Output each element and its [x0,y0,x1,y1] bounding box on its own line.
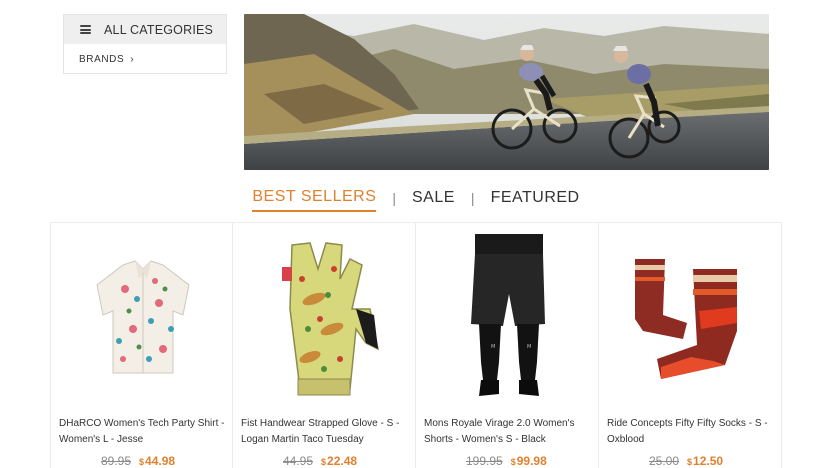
brands-link[interactable]: BRANDS › [64,44,226,74]
product-name[interactable]: Ride Concepts Fifty Fifty Socks - S - Ox… [607,416,779,448]
product-price: 199.95 $99.98 [466,454,547,468]
product-card[interactable]: Ride Concepts Fifty Fifty Socks - S - Ox… [599,223,782,468]
category-menu: ALL CATEGORIES BRANDS › [63,14,227,74]
product-name[interactable]: Mons Royale Virage 2.0 Women's Shorts - … [424,416,596,448]
sale-price: 12.50 [693,454,724,468]
currency-symbol: $ [321,457,327,467]
sale-price: 99.98 [516,454,547,468]
tab-sale[interactable]: SALE [412,189,455,211]
tab-separator: | [470,190,475,206]
all-categories-button[interactable]: ALL CATEGORIES [64,15,226,44]
product-price: 25.00 $12.50 [649,454,723,468]
menu-icon [80,25,91,34]
product-grid: DHaRCO Women's Tech Party Shirt - Women'… [50,222,782,468]
original-price: 44.95 [283,454,314,468]
brands-label: BRANDS [79,53,125,65]
glove-product-image[interactable] [233,229,416,409]
chevron-right-icon: › [130,53,135,65]
sale-price: 22.48 [327,454,358,468]
shorts-product-image[interactable]: M M [416,229,599,409]
product-card[interactable]: M M Mons Royale Virage 2.0 Women's Short… [416,223,599,468]
currency-symbol: $ [687,457,693,467]
product-card[interactable]: DHaRCO Women's Tech Party Shirt - Women'… [50,223,233,468]
svg-text:M: M [527,344,531,350]
tab-best-sellers[interactable]: BEST SELLERS [252,188,377,212]
product-tabs: BEST SELLERS | SALE | FEATURED [0,188,832,212]
sale-price: 44.98 [145,454,176,468]
original-price: 89.95 [101,454,132,468]
product-card[interactable]: Fist Handwear Strapped Glove - S - Logan… [233,223,416,468]
cyclists-banner-image [244,14,769,170]
svg-text:M: M [491,344,495,350]
hero-banner[interactable] [244,14,769,170]
product-name[interactable]: DHaRCO Women's Tech Party Shirt - Women'… [59,416,231,448]
currency-symbol: $ [510,457,516,467]
original-price: 25.00 [649,454,680,468]
product-name[interactable]: Fist Handwear Strapped Glove - S - Logan… [241,416,413,448]
tab-featured[interactable]: FEATURED [491,189,580,211]
all-categories-label: ALL CATEGORIES [104,22,214,37]
product-price: 89.95 $44.98 [101,454,175,468]
tab-separator: | [392,190,396,206]
socks-product-image[interactable] [599,229,782,409]
shirt-product-image[interactable] [51,229,234,409]
currency-symbol: $ [139,457,145,467]
product-price: 44.95 $22.48 [283,454,357,468]
original-price: 199.95 [466,454,503,468]
